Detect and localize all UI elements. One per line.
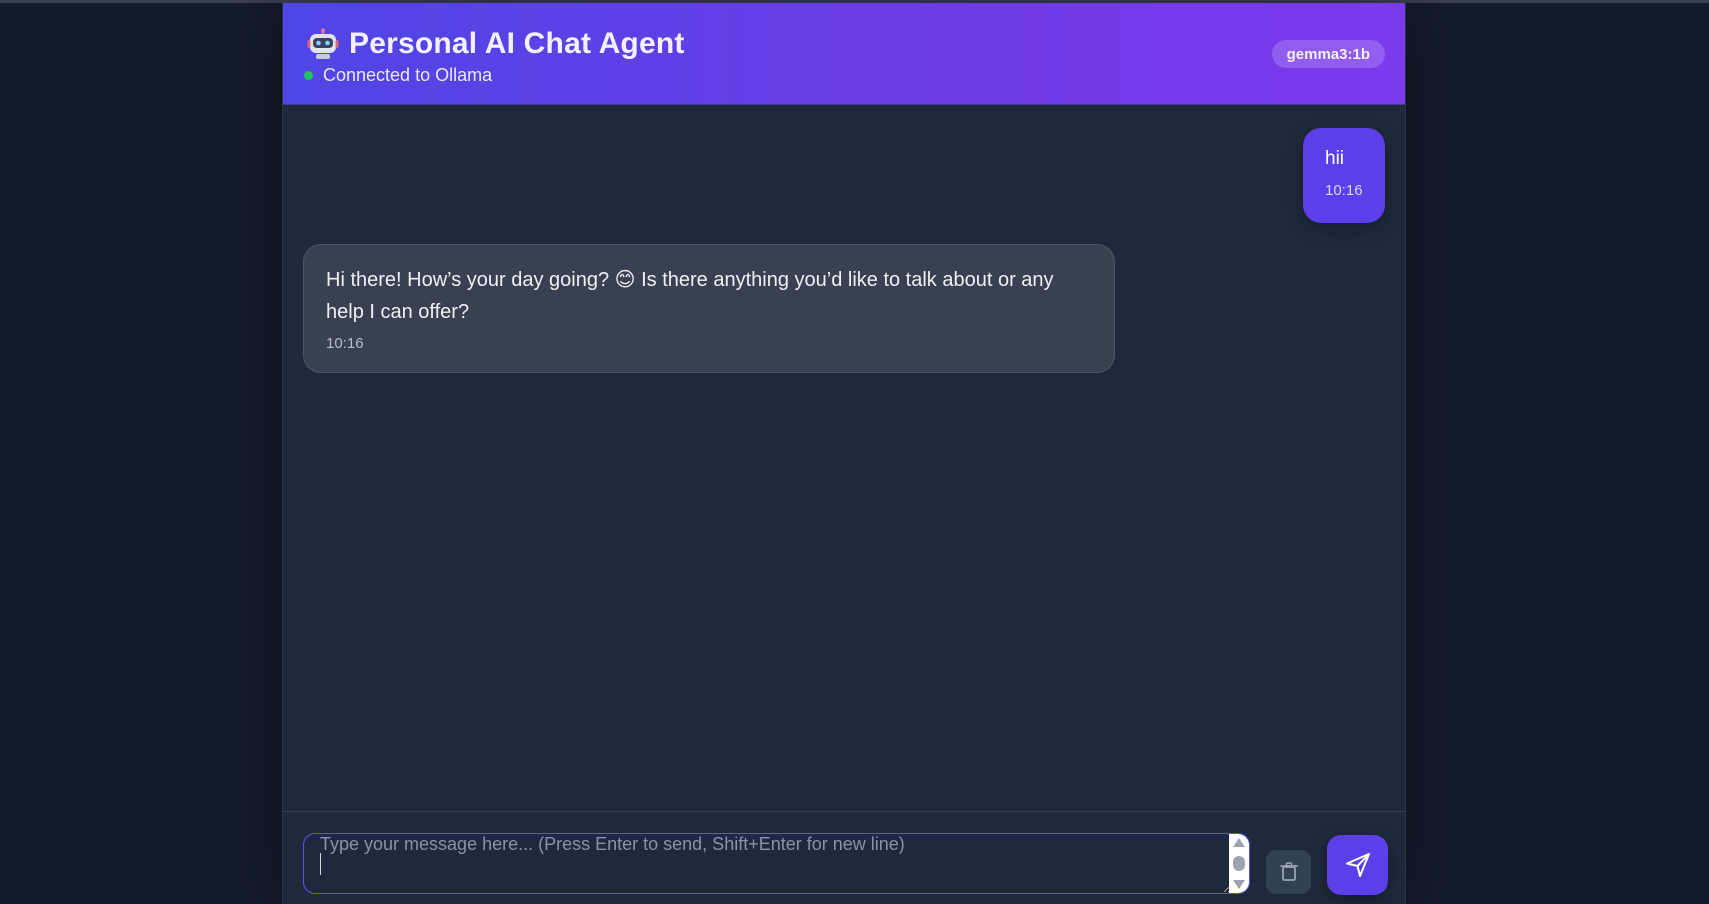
message-text: hii	[1325, 148, 1345, 169]
model-badge: gemma3:1b	[1271, 40, 1385, 68]
scroll-down-arrow-icon[interactable]	[1233, 880, 1245, 889]
status-dot-icon	[304, 71, 313, 80]
chat-app: Personal AI Chat Agent Connected to Olla…	[282, 3, 1406, 904]
status-text: Connected to Ollama	[323, 65, 493, 85]
message-time: 10:16	[326, 335, 364, 352]
send-button[interactable]	[1327, 835, 1388, 895]
trash-icon	[1279, 862, 1298, 881]
user-message: hii 10:16	[1303, 128, 1385, 223]
message-input[interactable]	[304, 834, 1231, 893]
clear-chat-button[interactable]	[1266, 850, 1311, 894]
input-scrollbar[interactable]	[1229, 834, 1249, 893]
composer	[283, 811, 1405, 904]
message-list[interactable]: hii 10:16 Hi there! How’s your day going…	[283, 105, 1405, 812]
message-time: 10:16	[1325, 182, 1363, 199]
text-caret	[320, 853, 321, 875]
send-icon	[1345, 853, 1370, 877]
assistant-message: Hi there! How’s your day going? 😊 Is the…	[303, 244, 1115, 373]
chat-header: Personal AI Chat Agent Connected to Olla…	[283, 3, 1405, 105]
scroll-up-arrow-icon[interactable]	[1233, 838, 1245, 847]
title-row: Personal AI Chat Agent	[307, 27, 685, 61]
scroll-thumb[interactable]	[1233, 856, 1245, 871]
connection-status: Connected to Ollama	[304, 65, 492, 86]
message-input-container	[303, 833, 1250, 894]
message-text: Hi there! How’s your day going? 😊 Is the…	[326, 269, 1054, 323]
robot-icon	[307, 28, 339, 60]
app-title: Personal AI Chat Agent	[349, 27, 685, 60]
